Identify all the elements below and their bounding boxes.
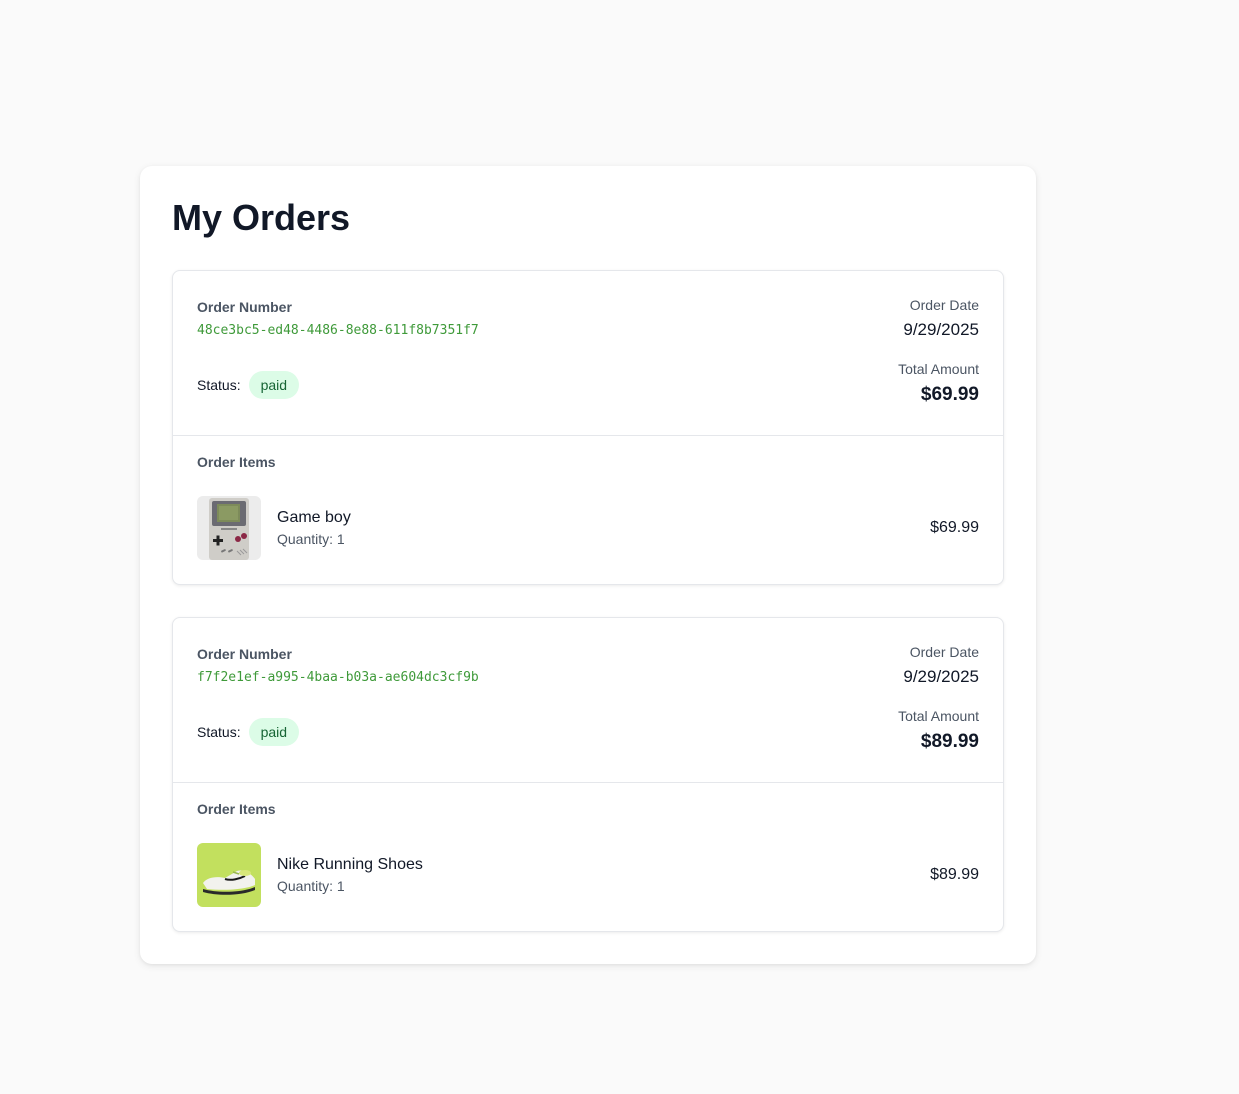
item-price: $89.99 bbox=[930, 866, 979, 883]
total-amount-value: $89.99 bbox=[920, 731, 979, 752]
order-item-row[interactable]: Game boy Quantity: 1 $69.99 bbox=[197, 496, 979, 560]
status-label: Status: bbox=[197, 377, 241, 393]
order-number-value: 48ce3bc5-ed48-4486-8e88-611f8b7351f7 bbox=[197, 323, 479, 338]
order-date-label: Order Date bbox=[909, 297, 979, 313]
item-quantity: Quantity: 1 bbox=[277, 878, 345, 894]
status-badge: paid bbox=[248, 371, 300, 399]
item-quantity: Quantity: 1 bbox=[277, 531, 345, 547]
order-items-label: Order Items bbox=[197, 454, 276, 470]
status-badge: paid bbox=[248, 718, 300, 746]
orders-panel: My Orders Order Number 48ce3bc5-ed48-448… bbox=[140, 166, 1036, 964]
item-info: Game boy Quantity: 1 bbox=[277, 507, 930, 549]
order-number-label: Order Number bbox=[197, 646, 292, 662]
order-card: Order Number 48ce3bc5-ed48-4486-8e88-611… bbox=[172, 270, 1004, 585]
order-items-label: Order Items bbox=[197, 801, 276, 817]
gameboy-image bbox=[197, 496, 261, 560]
order-item-row[interactable]: Nike Running Shoes Quantity: 1 $89.99 bbox=[197, 843, 979, 907]
order-header: Order Number f7f2e1ef-a995-4baa-b03a-ae6… bbox=[173, 618, 1003, 783]
total-amount-value: $69.99 bbox=[920, 384, 979, 405]
item-info: Nike Running Shoes Quantity: 1 bbox=[277, 854, 930, 896]
item-name: Nike Running Shoes bbox=[277, 856, 423, 873]
total-amount-label: Total Amount bbox=[898, 361, 979, 377]
order-summary: Order Date 9/29/2025 Total Amount $69.99 bbox=[898, 295, 979, 409]
page-title: My Orders bbox=[172, 197, 351, 238]
status-row: Status: paid bbox=[197, 371, 300, 399]
order-card: Order Number f7f2e1ef-a995-4baa-b03a-ae6… bbox=[172, 617, 1004, 932]
status-row: Status: paid bbox=[197, 718, 300, 746]
order-number-value: f7f2e1ef-a995-4baa-b03a-ae604dc3cf9b bbox=[197, 670, 479, 685]
status-label: Status: bbox=[197, 724, 241, 740]
order-date-value: 9/29/2025 bbox=[903, 667, 979, 686]
order-header: Order Number 48ce3bc5-ed48-4486-8e88-611… bbox=[173, 271, 1003, 436]
order-summary: Order Date 9/29/2025 Total Amount $89.99 bbox=[898, 642, 979, 756]
order-date-label: Order Date bbox=[909, 644, 979, 660]
order-items-section: Order Items Nike Running Shoes Quantity:… bbox=[173, 783, 1003, 931]
item-name: Game boy bbox=[277, 509, 351, 526]
order-items-section: Order Items Game boy Quantity: 1 $69.99 bbox=[173, 436, 1003, 584]
total-amount-label: Total Amount bbox=[898, 708, 979, 724]
shoe-image bbox=[197, 843, 261, 907]
item-price: $69.99 bbox=[930, 519, 979, 536]
order-date-value: 9/29/2025 bbox=[903, 320, 979, 339]
order-number-label: Order Number bbox=[197, 299, 292, 315]
